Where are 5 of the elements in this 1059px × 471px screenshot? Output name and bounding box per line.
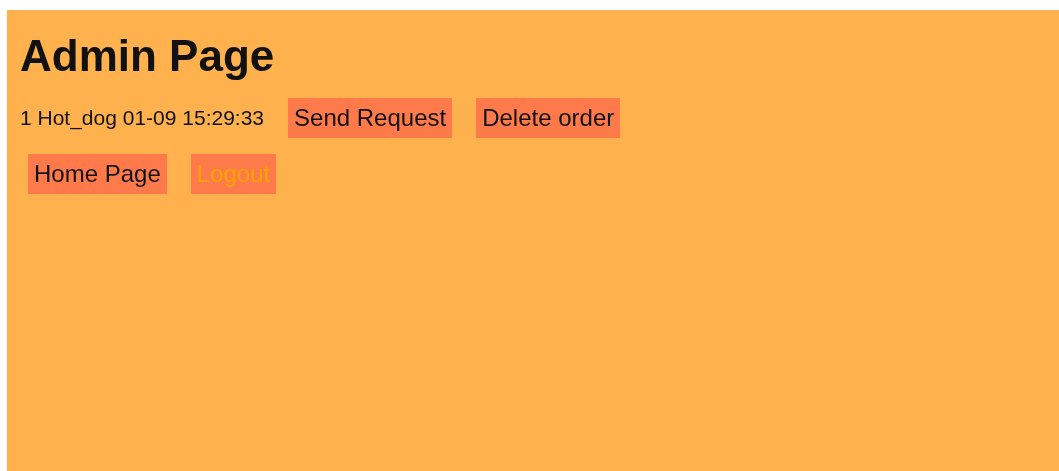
nav-link[interactable]: Home Page: [28, 154, 167, 194]
order-text: 1 Hot_dog 01-09 15:29:33: [20, 105, 265, 132]
order-action-button[interactable]: Send Request: [288, 98, 453, 138]
order-action-button[interactable]: Delete order: [476, 98, 621, 138]
page-title: Admin Page: [20, 32, 276, 81]
